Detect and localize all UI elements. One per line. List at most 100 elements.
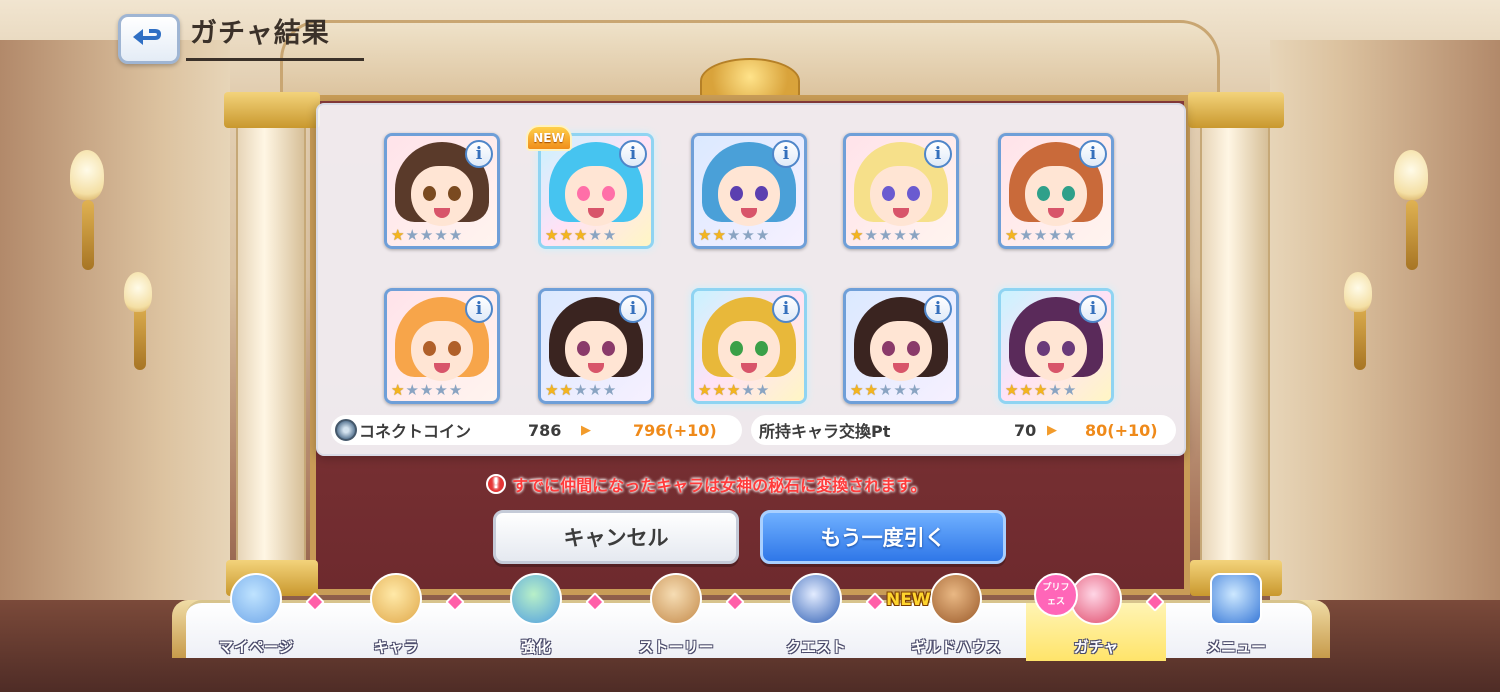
star-empty-icon: ★ (1062, 226, 1077, 244)
info-icon[interactable]: i (772, 295, 800, 323)
star-empty-icon: ★ (741, 226, 755, 244)
info-icon[interactable]: i (924, 295, 952, 323)
character-card[interactable]: i ★ ★ ★ ★ ★ (843, 288, 959, 404)
rarity-stars: ★ ★ ★ ★ ★ (698, 226, 769, 244)
nav-item-2[interactable]: キャラ (326, 573, 466, 661)
character-eye (730, 186, 743, 201)
character-card[interactable]: i ★ ★ ★ ★ ★ (384, 288, 500, 404)
star-empty-icon: ★ (1048, 226, 1062, 244)
new-badge: NEW (526, 125, 572, 151)
character-card[interactable]: i ★ ★ ★ ★ ★ (998, 288, 1114, 404)
info-icon[interactable]: i (465, 140, 493, 168)
star-empty-icon: ★ (907, 381, 922, 399)
character-card[interactable]: i ★ ★ ★ ★ ★ (691, 288, 807, 404)
star-empty-icon: ★ (1048, 381, 1062, 399)
back-button[interactable] (118, 14, 180, 64)
character-eye (1062, 186, 1075, 201)
nav-item-4[interactable]: ストーリー (606, 573, 746, 661)
wall-lamp-icon (1344, 272, 1372, 312)
character-exchange-pt-row: 所持キャラ交換Pt 70 ▶ 80(+10) (751, 415, 1176, 445)
info-icon[interactable]: i (1079, 140, 1107, 168)
gacha-icon (1070, 573, 1122, 625)
sword-flag-icon (790, 573, 842, 625)
wall-lamp-icon (1394, 150, 1428, 200)
nav-label: キャラ (373, 638, 419, 656)
character-eye (448, 186, 461, 201)
wall-lamp-arm (1406, 200, 1418, 270)
character-eye (448, 341, 461, 356)
nav-new-badge: NEW (886, 590, 931, 610)
info-icon[interactable]: i (619, 140, 647, 168)
rarity-stars: ★ ★ ★ ★ ★ (1005, 226, 1076, 244)
nav-item-7[interactable]: プリフェス ガチャ (1026, 573, 1166, 661)
star-empty-icon: ★ (448, 226, 463, 244)
nav-item-5[interactable]: クエスト (746, 573, 886, 661)
info-icon[interactable]: i (772, 140, 800, 168)
character-card[interactable]: i ★ ★ ★ ★ ★ (691, 133, 807, 249)
cancel-button[interactable]: キャンセル (493, 510, 739, 564)
bottom-navigation-bar: マイページキャラ 強化 ストーリー クエスト NEW ギルドハウス プリフェス ガチャメニュー (186, 573, 1312, 661)
connect-coin-icon (335, 419, 357, 441)
nav-item-1[interactable]: マイページ (186, 573, 326, 661)
alert-icon: ! (486, 474, 506, 494)
rarity-stars: ★ ★ ★ ★ ★ (850, 226, 921, 244)
star-filled-icon: ★ (698, 381, 712, 399)
character-eye (755, 341, 768, 356)
info-icon[interactable]: i (619, 295, 647, 323)
character-icon (370, 573, 422, 625)
star-filled-icon: ★ (712, 226, 726, 244)
wall-lamp-icon (70, 150, 104, 200)
notification-diamond-icon (725, 592, 745, 612)
character-eye (1037, 186, 1050, 201)
star-empty-icon: ★ (419, 381, 434, 399)
connect-coin-label: コネクトコイン (359, 422, 472, 441)
connect-coin-row: コネクトコイン 786 ▶ 796(+10) (331, 415, 742, 445)
scroll-icon (650, 573, 702, 625)
rarity-stars: ★ ★ ★ ★ ★ (391, 381, 462, 399)
character-eye (882, 341, 895, 356)
star-empty-icon: ★ (434, 381, 448, 399)
info-icon[interactable]: i (924, 140, 952, 168)
enhance-icon (510, 573, 562, 625)
star-filled-icon: ★ (559, 226, 573, 244)
draw-again-button[interactable]: もう一度引く (760, 510, 1006, 564)
nav-item-6[interactable]: NEW ギルドハウス (886, 573, 1026, 661)
character-card[interactable]: i ★ ★ ★ ★ ★ (538, 288, 654, 404)
nav-label: ガチャ (1073, 638, 1119, 656)
star-empty-icon: ★ (434, 226, 448, 244)
background-right-wall (1270, 40, 1500, 600)
notification-diamond-icon (445, 592, 465, 612)
nav-item-8[interactable]: メニュー (1166, 573, 1306, 661)
arrow-right-icon: ▶ (581, 422, 591, 438)
star-empty-icon: ★ (893, 226, 907, 244)
star-empty-icon: ★ (573, 381, 588, 399)
star-filled-icon: ★ (698, 226, 712, 244)
rarity-stars: ★ ★ ★ ★ ★ (1005, 381, 1076, 399)
character-eye (907, 341, 920, 356)
star-empty-icon: ★ (588, 381, 602, 399)
wall-lamp-arm (82, 200, 94, 270)
guild-door-icon (930, 573, 982, 625)
info-icon[interactable]: i (465, 295, 493, 323)
duplicate-warning: ! すでに仲間になったキャラは女神の秘石に変換されます。 (486, 470, 927, 498)
connect-coin-new-value: 796(+10) (633, 420, 717, 440)
arrow-right-icon: ▶ (1047, 422, 1057, 438)
nav-label: メニュー (1205, 638, 1266, 656)
warning-text: すでに仲間になったキャラは女神の秘石に変換されます。 (512, 476, 927, 495)
character-eye (882, 186, 895, 201)
star-empty-icon: ★ (878, 381, 893, 399)
star-filled-icon: ★ (545, 381, 559, 399)
notification-diamond-icon (1145, 592, 1165, 612)
character-card[interactable]: i ★ ★ ★ ★ ★ (384, 133, 500, 249)
star-empty-icon: ★ (419, 226, 434, 244)
star-empty-icon: ★ (588, 226, 602, 244)
info-icon[interactable]: i (1079, 295, 1107, 323)
character-card[interactable]: i ★ ★ ★ ★ ★ (998, 133, 1114, 249)
wall-lamp-icon (124, 272, 152, 312)
character-eye (755, 186, 768, 201)
nav-label: ギルドハウス (910, 638, 1001, 656)
star-empty-icon: ★ (1019, 226, 1033, 244)
character-card[interactable]: i ★ ★ ★ ★ ★ (843, 133, 959, 249)
star-empty-icon: ★ (405, 381, 419, 399)
nav-item-3[interactable]: 強化 (466, 573, 606, 661)
